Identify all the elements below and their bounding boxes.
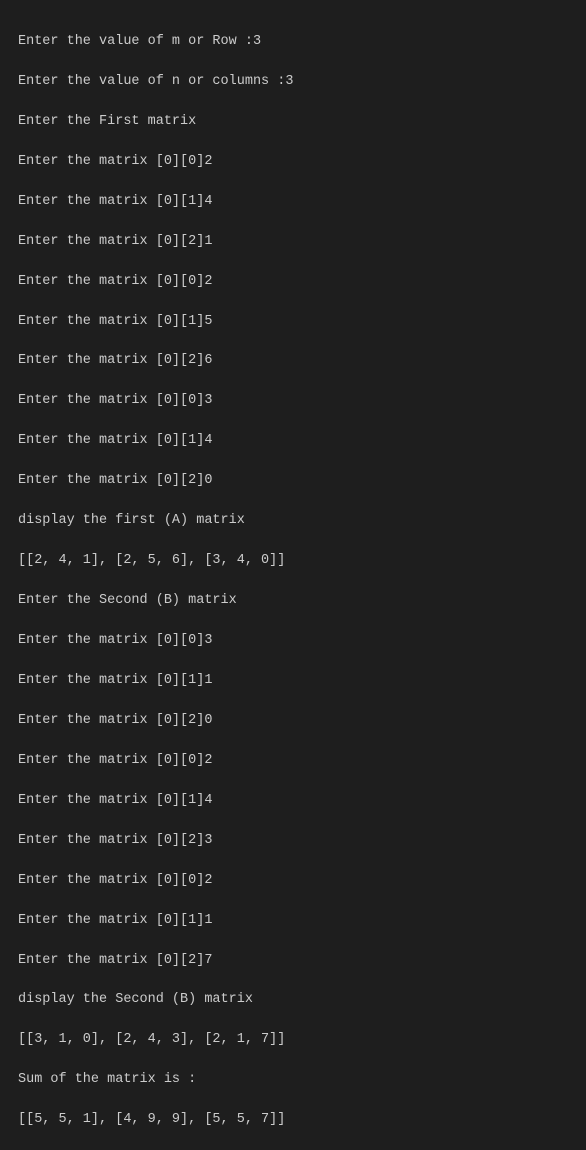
- terminal-line: Sum of the matrix is :: [18, 1070, 568, 1090]
- terminal-line: Enter the matrix [0][0]2: [18, 751, 568, 771]
- terminal-line: Enter the matrix [0][2]7: [18, 951, 568, 971]
- terminal-line: Enter the matrix [0][1]4: [18, 192, 568, 212]
- terminal-line: display the first (A) matrix: [18, 511, 568, 531]
- terminal-line: Enter the First matrix: [18, 112, 568, 132]
- terminal-line: Enter the value of m or Row :3: [18, 32, 568, 52]
- terminal-line: Enter the matrix [0][0]2: [18, 272, 568, 292]
- terminal-line: Enter the matrix [0][0]2: [18, 871, 568, 891]
- terminal-line: Enter the matrix [0][1]4: [18, 431, 568, 451]
- terminal-line: [[3, 1, 0], [2, 4, 3], [2, 1, 7]]: [18, 1030, 568, 1050]
- terminal-line: Enter the matrix [0][0]2: [18, 152, 568, 172]
- terminal-line: display the Second (B) matrix: [18, 990, 568, 1010]
- terminal-line: Enter the matrix [0][1]4: [18, 791, 568, 811]
- terminal-line: Enter the matrix [0][1]1: [18, 671, 568, 691]
- terminal-line: Enter the matrix [0][0]3: [18, 391, 568, 411]
- terminal-output: Enter the value of m or Row :3 Enter the…: [18, 12, 568, 1150]
- terminal-line: [[2, 4, 1], [2, 5, 6], [3, 4, 0]]: [18, 551, 568, 571]
- terminal-line: Enter the matrix [0][2]3: [18, 831, 568, 851]
- terminal-line: Enter the Second (B) matrix: [18, 591, 568, 611]
- terminal-line: Enter the matrix [0][2]0: [18, 711, 568, 731]
- terminal-line: Enter the matrix [0][1]1: [18, 911, 568, 931]
- terminal-line: Enter the matrix [0][2]0: [18, 471, 568, 491]
- terminal-line: Enter the matrix [0][1]5: [18, 312, 568, 332]
- terminal-line: Enter the matrix [0][0]3: [18, 631, 568, 651]
- terminal-line: [[5, 5, 1], [4, 9, 9], [5, 5, 7]]: [18, 1110, 568, 1130]
- terminal-line: Enter the matrix [0][2]6: [18, 351, 568, 371]
- terminal-line: Enter the matrix [0][2]1: [18, 232, 568, 252]
- terminal-line: Enter the value of n or columns :3: [18, 72, 568, 92]
